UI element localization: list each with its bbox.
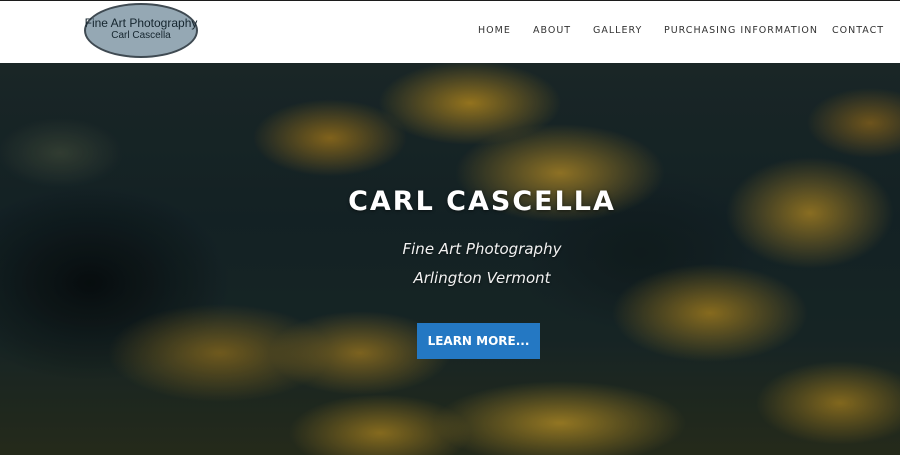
learn-more-button[interactable]: LEARN MORE... — [417, 323, 540, 359]
hero-title: CARL CASCELLA — [348, 186, 616, 217]
nav-purchasing-information[interactable]: PURCHASING INFORMATION — [664, 25, 818, 39]
site-header: Fine Art Photography Carl Cascella HOME … — [0, 1, 900, 63]
logo-title: Fine Art Photography — [84, 16, 198, 30]
hero-background-image — [0, 63, 900, 455]
hero-subtitle-line2: Arlington Vermont — [413, 269, 551, 287]
site-logo[interactable]: Fine Art Photography Carl Cascella — [84, 3, 198, 58]
nav-contact[interactable]: CONTACT — [832, 25, 884, 39]
hero-banner: CARL CASCELLA Fine Art Photography Arlin… — [0, 63, 900, 455]
nav-about[interactable]: ABOUT — [533, 25, 571, 39]
nav-gallery[interactable]: GALLERY — [593, 25, 642, 39]
hero-subtitle-line1: Fine Art Photography — [402, 240, 562, 258]
nav-home[interactable]: HOME — [478, 25, 511, 39]
logo-subtitle: Carl Cascella — [111, 30, 171, 41]
